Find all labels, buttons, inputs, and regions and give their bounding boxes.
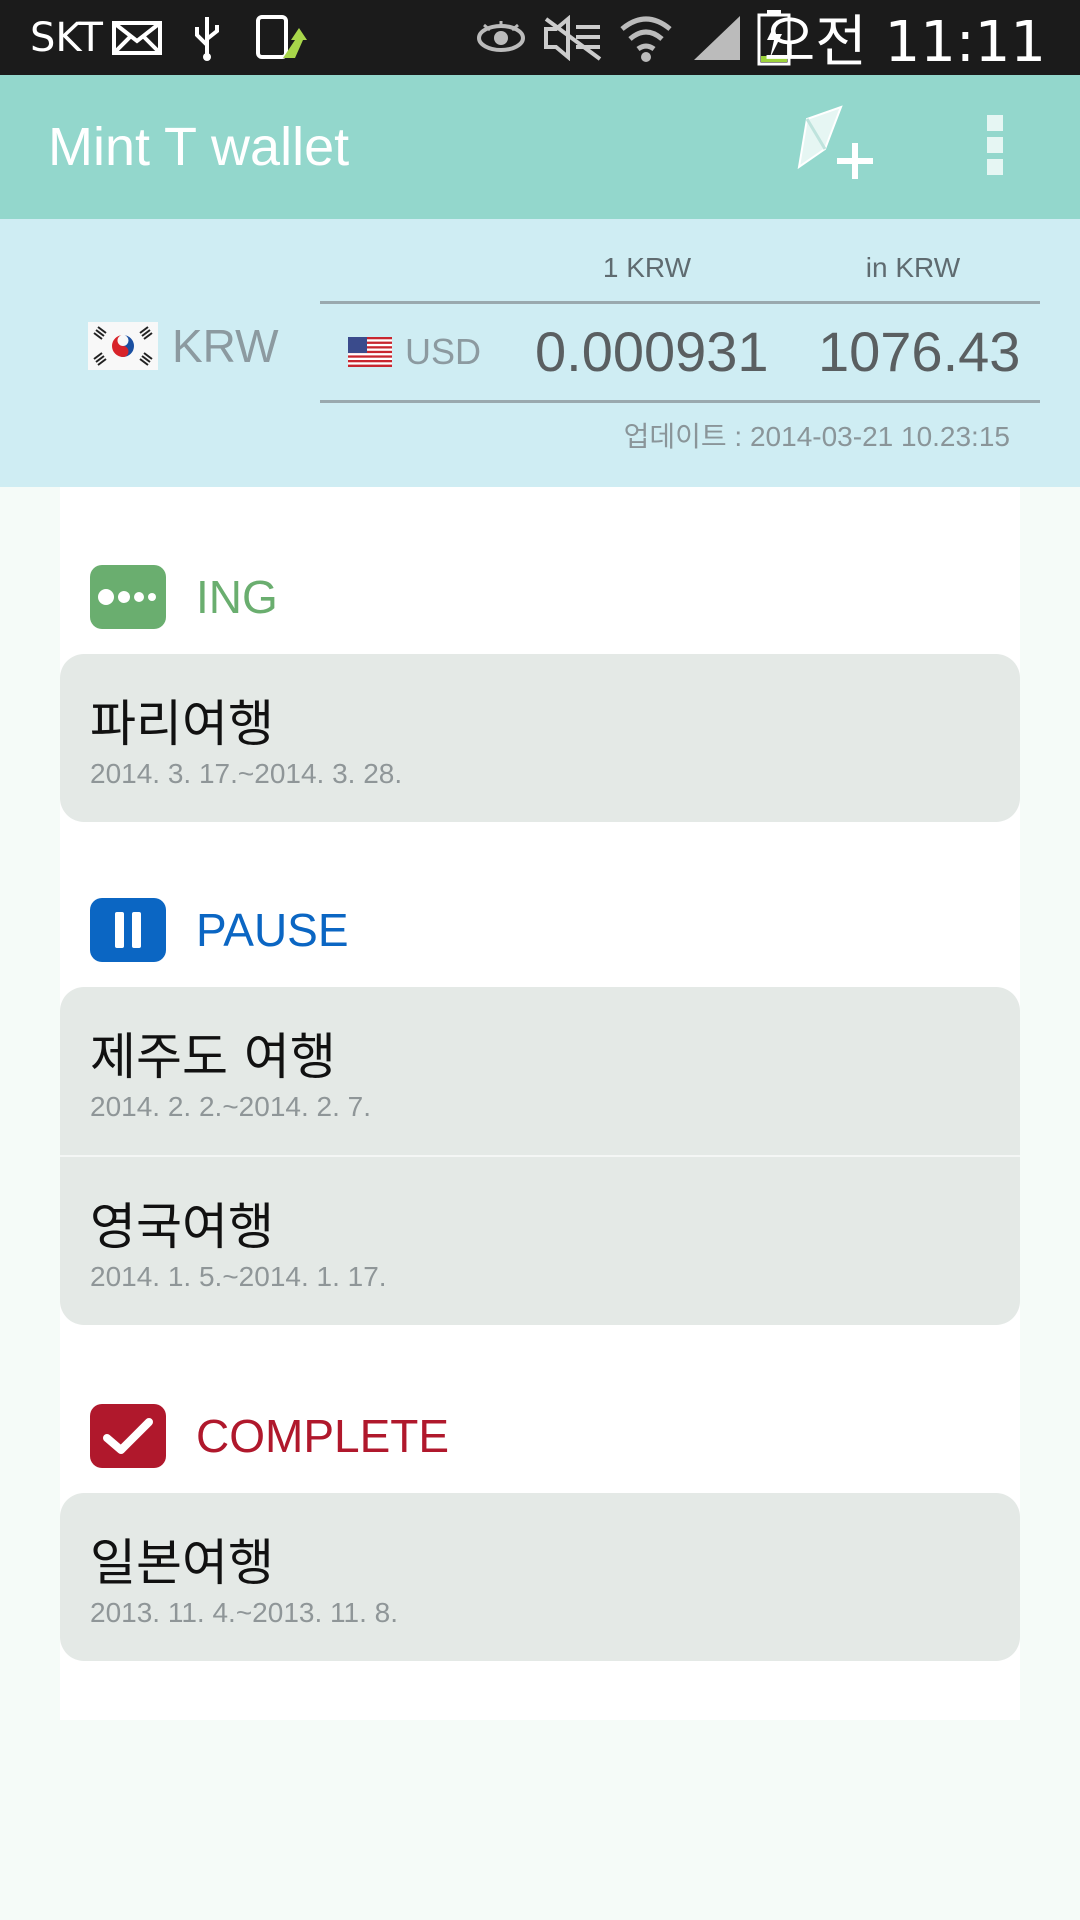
eye-icon: [476, 0, 526, 75]
mute-icon: [542, 0, 604, 75]
trip-list: ING 파리여행 2014. 3. 17.~2014. 3. 28. PAUSE…: [60, 487, 1020, 1720]
clock: 오전 11:11: [763, 10, 1046, 75]
target-currency-code: USD: [405, 331, 482, 372]
section-header-pause: PAUSE: [90, 897, 349, 963]
trip-name: 파리여행: [90, 695, 274, 753]
section-header-ing: ING: [90, 564, 278, 630]
section-title: COMPLETE: [196, 1410, 450, 1462]
list-item[interactable]: 제주도 여행 2014. 2. 2.~2014. 2. 7.: [60, 987, 1020, 1155]
add-trip-icon: [795, 104, 875, 190]
divider: [320, 301, 1040, 304]
update-timestamp: 업데이트 : 2014-03-21 10.23:15: [623, 421, 1010, 452]
currency-rate-row[interactable]: USD 0.000931 1076.43: [320, 305, 1040, 399]
section-title: ING: [196, 571, 278, 623]
carrier-label: SKT: [30, 14, 103, 61]
list-item[interactable]: 영국여행 2014. 1. 5.~2014. 1. 17.: [60, 1155, 1020, 1325]
list-item[interactable]: 일본여행 2013. 11. 4.~2013. 11. 8.: [60, 1493, 1020, 1661]
wifi-icon: [618, 0, 674, 75]
section-header-complete: COMPLETE: [90, 1403, 449, 1469]
overflow-menu-button[interactable]: [960, 75, 1030, 219]
trip-dates: 2014. 3. 17.~2014. 3. 28.: [90, 758, 403, 789]
app-bar: Mint T wallet: [0, 75, 1080, 219]
trip-dates: 2014. 2. 2.~2014. 2. 7.: [90, 1091, 372, 1122]
base-currency-code: KRW: [172, 320, 279, 372]
target-currency: USD: [348, 305, 481, 399]
in-progress-icon: [90, 565, 166, 629]
list-item[interactable]: 파리여행 2014. 3. 17.~2014. 3. 28.: [60, 654, 1020, 822]
exchange-rate-panel: KRW 1 KRW in KRW USD 0.000931 1076.43 업데…: [0, 219, 1080, 487]
rate-column-header: 1 KRW: [602, 252, 692, 283]
trip-group-complete: 일본여행 2013. 11. 4.~2013. 11. 8.: [60, 1493, 1020, 1661]
converted-column-header: in KRW: [865, 252, 961, 283]
section-title: PAUSE: [196, 904, 349, 956]
divider: [320, 400, 1040, 403]
add-trip-button[interactable]: [780, 75, 890, 219]
status-bar: SKT 오전 11:11: [0, 0, 1080, 75]
trip-name: 일본여행: [90, 1534, 274, 1592]
trip-dates: 2013. 11. 4.~2013. 11. 8.: [90, 1597, 398, 1628]
korea-flag-icon: [88, 322, 158, 370]
upload-icon: [255, 0, 307, 75]
converted-value: 1076.43: [818, 320, 1021, 383]
mail-icon: [112, 0, 162, 75]
overflow-menu-icon: [985, 113, 1005, 182]
base-currency-selector[interactable]: KRW: [88, 311, 279, 381]
trip-name: 제주도 여행: [90, 1028, 336, 1086]
trip-group-pause: 제주도 여행 2014. 2. 2.~2014. 2. 7. 영국여행 2014…: [60, 987, 1020, 1325]
exchange-rate-value: 0.000931: [535, 320, 769, 383]
trip-name: 영국여행: [90, 1198, 274, 1256]
checkmark-icon: [90, 1404, 166, 1468]
usb-icon: [192, 0, 222, 75]
trip-dates: 2014. 1. 5.~2014. 1. 17.: [90, 1261, 387, 1292]
app-title: Mint T wallet: [48, 117, 350, 177]
usa-flag-icon: [348, 337, 392, 367]
signal-icon: [692, 0, 742, 75]
trip-group-ing: 파리여행 2014. 3. 17.~2014. 3. 28.: [60, 654, 1020, 822]
pause-icon: [90, 898, 166, 962]
